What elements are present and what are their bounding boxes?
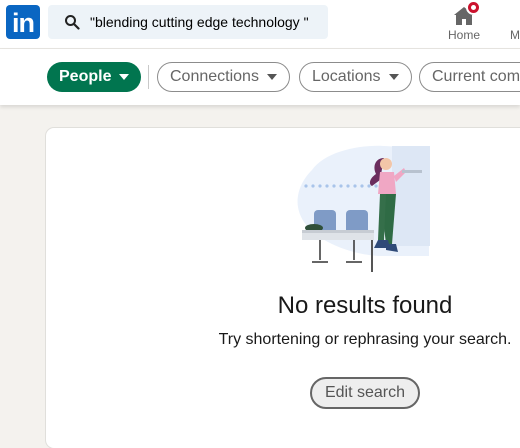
filter-people-button[interactable]: People [47, 62, 142, 92]
nav-item-home[interactable]: Home [440, 0, 488, 48]
search-input[interactable]: "blending cutting edge technology " [48, 5, 328, 39]
filter-current-company-label: Current com [432, 68, 520, 85]
filter-people-label: People [59, 68, 112, 85]
notification-badge [466, 0, 481, 15]
filter-connections-label: Connections [170, 68, 259, 85]
caret-down-icon [119, 74, 130, 80]
filter-locations-label: Locations [312, 68, 381, 85]
filter-current-company-button[interactable]: Current com [419, 62, 520, 92]
search-query-text: "blending cutting edge technology " [90, 14, 309, 30]
filter-locations-button[interactable]: Locations [299, 62, 412, 92]
nav-home-label: Home [447, 28, 480, 42]
no-results-title: No results found [277, 292, 453, 319]
top-nav-bar: in "blending cutting edge technology " H… [0, 0, 520, 49]
no-results-subtitle: Try shortening or rephrasing your search… [218, 331, 512, 348]
edit-search-button[interactable]: Edit search [310, 377, 420, 409]
search-filter-bar: People Connections Locations Current com [0, 49, 520, 105]
search-icon [65, 15, 80, 30]
caret-down-icon [388, 74, 399, 80]
filter-divider [148, 65, 149, 89]
filter-connections-button[interactable]: Connections [157, 62, 290, 92]
no-results-illustration [297, 145, 430, 272]
nav-item-more-label[interactable]: M [510, 28, 520, 42]
linkedin-logo[interactable]: in [6, 5, 40, 39]
caret-down-icon [266, 74, 277, 80]
